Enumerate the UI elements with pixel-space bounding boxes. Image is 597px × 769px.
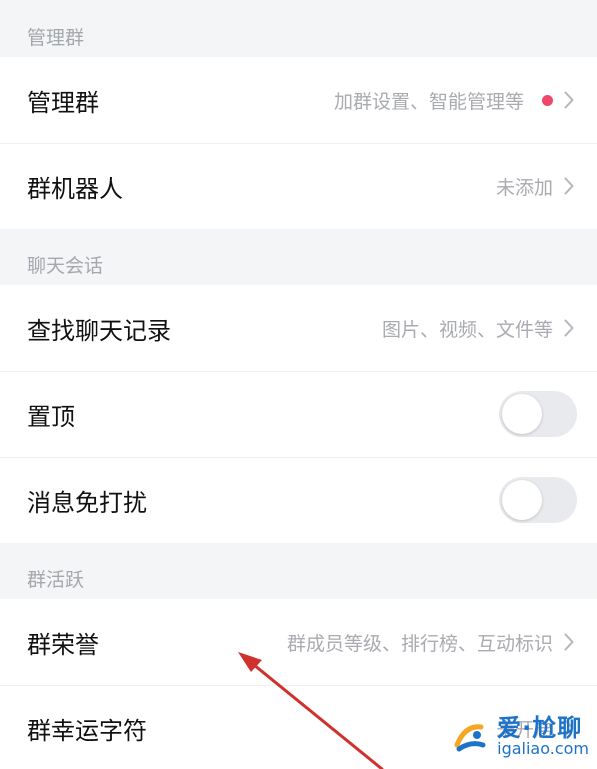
chevron-right-icon <box>563 632 575 652</box>
section-header-chat: 聊天会话 <box>0 229 597 285</box>
watermark-text: 爱·尬聊 igaliao.com <box>497 714 589 759</box>
manage-group-label: 管理群 <box>27 88 99 117</box>
pin-toggle[interactable] <box>499 391 577 437</box>
toggle-knob <box>502 394 542 434</box>
find-history-detail: 图片、视频、文件等 <box>381 318 553 341</box>
pin-label: 置顶 <box>27 402 75 431</box>
section-header-activity-label: 群活跃 <box>27 569 85 591</box>
section-header-activity: 群活跃 <box>0 543 597 599</box>
chevron-right-icon <box>563 176 575 196</box>
row-group-honor[interactable]: 群荣誉 群成员等级、排行榜、互动标识 <box>0 599 597 685</box>
section-header-chat-label: 聊天会话 <box>27 255 104 277</box>
row-find-chat-history[interactable]: 查找聊天记录 图片、视频、文件等 <box>0 285 597 371</box>
group-honor-detail: 群成员等级、排行榜、互动标识 <box>286 632 553 655</box>
chevron-right-icon <box>563 318 575 338</box>
new-badge-dot <box>542 94 553 106</box>
find-history-label: 查找聊天记录 <box>27 316 171 345</box>
section-header-manage-label: 管理群 <box>27 27 85 49</box>
manage-group-detail: 加群设置、智能管理等 <box>333 90 524 113</box>
group-settings-page: 管理群 管理群 加群设置、智能管理等 群机器人 未添加 聊天会话 查找聊天记录 … <box>0 0 597 769</box>
toggle-knob <box>502 480 542 520</box>
row-group-robot[interactable]: 群机器人 未添加 <box>0 143 597 229</box>
do-not-disturb-label: 消息免打扰 <box>27 488 147 517</box>
lucky-char-label: 群幸运字符 <box>27 716 147 745</box>
watermark-domain: igaliao.com <box>497 739 589 759</box>
section-header-manage: 管理群 <box>0 0 597 57</box>
watermark-title: 爱·尬聊 <box>497 714 583 742</box>
group-robot-label: 群机器人 <box>27 174 123 203</box>
watermark-logo-icon <box>449 717 490 757</box>
row-manage-group[interactable]: 管理群 加群设置、智能管理等 <box>0 57 597 143</box>
group-robot-detail: 未添加 <box>495 176 553 199</box>
manage-group-right: 加群设置、智能管理等 <box>334 87 575 114</box>
row-pin: 置顶 <box>0 371 597 457</box>
group-honor-label: 群荣誉 <box>27 630 99 659</box>
watermark: 爱·尬聊 igaliao.com <box>447 715 589 759</box>
chevron-right-icon <box>563 90 575 110</box>
row-do-not-disturb: 消息免打扰 <box>0 457 597 543</box>
find-history-right: 图片、视频、文件等 <box>382 315 575 342</box>
do-not-disturb-toggle[interactable] <box>499 477 577 523</box>
group-honor-right: 群成员等级、排行榜、互动标识 <box>287 629 575 656</box>
group-robot-right: 未添加 <box>496 173 575 200</box>
